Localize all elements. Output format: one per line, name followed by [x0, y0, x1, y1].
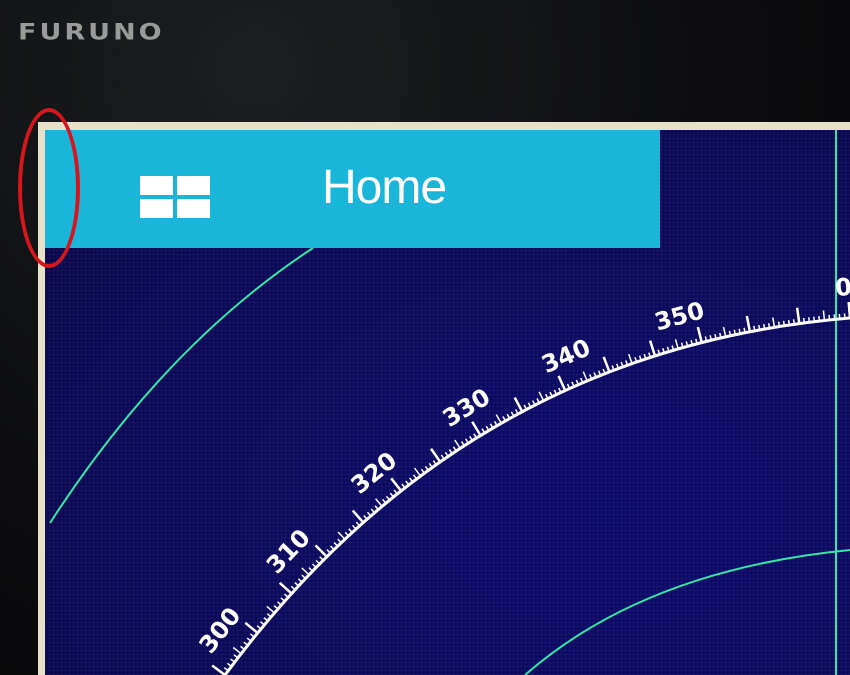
bearing-label: 300 [194, 602, 247, 659]
bearing-tick [813, 316, 816, 322]
bearing-tick [728, 330, 732, 336]
bearing-tick [283, 593, 289, 598]
red-annotation-circle [18, 108, 80, 268]
bearing-scale-arc [223, 316, 850, 675]
bearing-label: 330 [438, 383, 495, 433]
bearing-tick [828, 314, 831, 320]
bearing-tick [333, 542, 339, 547]
bearing-tick [329, 545, 335, 551]
bearing-tick [510, 411, 515, 417]
inner-range-ring [524, 549, 850, 675]
bearing-tick [514, 409, 519, 415]
bearing-tick [787, 319, 791, 326]
bearing-tick [502, 416, 507, 422]
bearing-tick [818, 315, 821, 322]
bearing-tick [314, 544, 328, 558]
bearing-tick [802, 317, 806, 323]
bearing-tick [743, 327, 746, 333]
bearing-tick [795, 307, 801, 324]
bearing-tick [413, 467, 422, 477]
bearing-tick [753, 325, 756, 331]
bearing-tick [792, 319, 796, 325]
radar-screen: 300 310 320 330 340 350 0 Home [45, 130, 850, 675]
bearing-tick [745, 315, 752, 332]
bearing-tick [696, 326, 704, 343]
grid-icon [140, 176, 210, 218]
home-button[interactable]: Home [45, 130, 660, 248]
bearing-tick [297, 578, 303, 583]
bearing-tick [273, 605, 279, 610]
bearing-tick [674, 339, 679, 350]
bearing-tick [722, 326, 727, 337]
bearing-tick [602, 356, 611, 373]
bearing-tick [232, 646, 242, 655]
bearing-tick [758, 324, 761, 331]
bearing-tick [294, 582, 300, 587]
bearing-tick [278, 581, 293, 595]
bearing-tick [301, 574, 307, 580]
bearing-tick [308, 567, 314, 572]
bearing-tick [767, 323, 771, 329]
bearing-tick [628, 353, 633, 364]
outer-range-ring [49, 247, 314, 524]
bearing-tick [772, 317, 776, 328]
bearing-tick [337, 538, 342, 544]
bearing-label: 0 [834, 273, 850, 302]
bearing-tick [280, 597, 286, 602]
bearing-tick [648, 340, 657, 357]
bearing-tick [266, 605, 275, 614]
bearing-tick [363, 514, 368, 520]
bearing-tick [454, 439, 461, 449]
bearing-tick [315, 559, 321, 565]
bearing-label: 310 [261, 524, 316, 580]
bearing-tick [582, 371, 588, 382]
bearing-tick [390, 477, 403, 492]
bearing-tick [319, 556, 324, 561]
bearing-tick [351, 509, 365, 524]
bearing-label: 320 [346, 446, 403, 499]
bearing-label: 340 [537, 333, 594, 379]
bearing-tick [471, 421, 482, 437]
bearing-ticks [211, 301, 850, 675]
bearing-tick [337, 531, 346, 540]
home-label: Home [322, 161, 447, 214]
bearing-tick [538, 391, 545, 402]
bearing-tick [733, 329, 737, 335]
bearing-tick [355, 521, 361, 527]
bearing-tick [430, 448, 442, 463]
bearing-tick [762, 323, 766, 330]
bearing-tick [506, 413, 511, 419]
bearing-tick [244, 621, 259, 634]
bearing-tick [290, 585, 296, 591]
bearing-tick [301, 567, 310, 576]
bearing-tick [326, 549, 331, 554]
brand-logo: FURUNO [18, 20, 165, 46]
bearing-tick [738, 328, 741, 334]
bearing-tick [344, 531, 350, 537]
bearing-tick [777, 321, 781, 327]
bearing-tick [782, 320, 786, 326]
bearing-tick [211, 664, 226, 675]
bearing-tick [348, 528, 353, 534]
bearing-tick [822, 310, 826, 321]
bearing-tick [277, 601, 282, 606]
bearing-tick [311, 563, 317, 569]
bearing-tick [495, 414, 502, 424]
bearing-tick [375, 498, 383, 507]
bearing-tick [807, 317, 811, 323]
bearing-tick [351, 524, 357, 530]
